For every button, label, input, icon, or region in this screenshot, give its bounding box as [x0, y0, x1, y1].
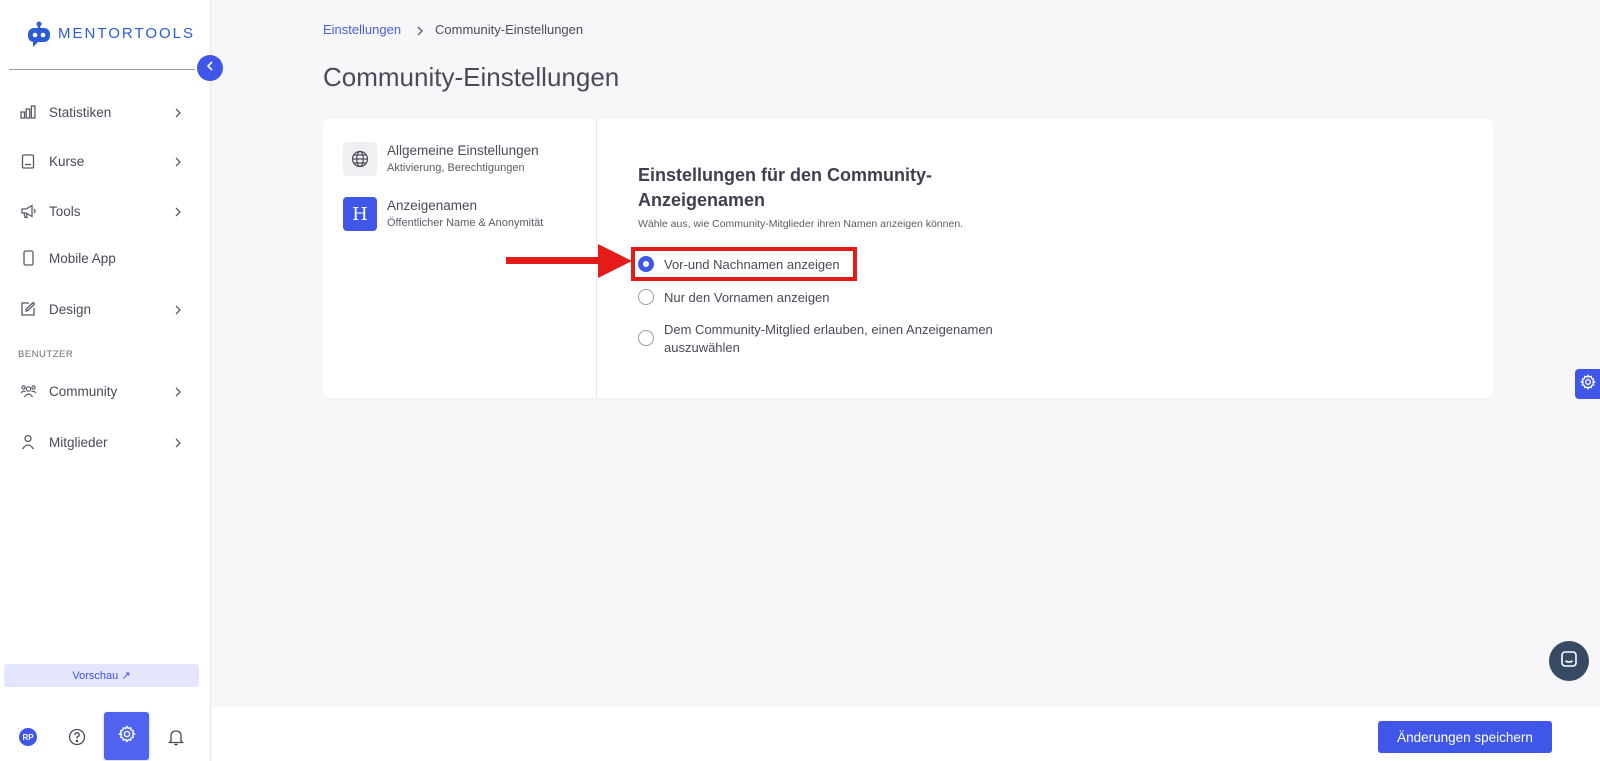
- person-icon: [19, 433, 37, 451]
- settings-nav-title: Allgemeine Einstellungen: [387, 143, 539, 158]
- chevron-right-icon: [415, 24, 425, 36]
- book-icon: [19, 152, 37, 170]
- sidebar-item-label: Mobile App: [49, 250, 116, 266]
- settings-nav-subtitle: Aktivierung, Berechtigungen: [387, 162, 525, 174]
- breadcrumb-current: Community-Einstellungen: [435, 22, 584, 37]
- bar-chart-icon: [19, 103, 37, 121]
- gear-icon: [1579, 373, 1596, 395]
- radio-label: Nur den Vornamen anzeigen: [664, 290, 830, 305]
- settings-button[interactable]: [104, 712, 149, 760]
- sidebar-item-label: Statistiken: [49, 104, 112, 120]
- sidebar-item-label: Kurse: [49, 153, 85, 169]
- sidebar-item-label: Design: [49, 301, 92, 317]
- radio-option-custom-name[interactable]: Dem Community-Mitglied erlauben, einen A…: [638, 321, 1009, 357]
- chevron-left-icon: [205, 59, 215, 77]
- chevron-right-icon: [172, 155, 184, 167]
- settings-nav-subtitle: Öffentlicher Name & Anonymität: [387, 217, 544, 229]
- sidebar-item-community[interactable]: Community: [0, 373, 196, 409]
- settings-card: Allgemeine Einstellungen Aktivierung, Be…: [323, 119, 1493, 398]
- radio-button[interactable]: [638, 289, 654, 305]
- chevron-right-icon: [172, 385, 184, 397]
- globe-icon: [343, 142, 377, 176]
- phone-icon: [19, 249, 37, 267]
- sidebar-item-mobile-app[interactable]: Mobile App: [0, 240, 196, 276]
- breadcrumb-link-einstellungen[interactable]: Einstellungen: [323, 22, 401, 37]
- help-icon[interactable]: [67, 727, 87, 747]
- sidebar-divider: [9, 69, 195, 70]
- radio-label: Dem Community-Mitglied erlauben, einen A…: [664, 322, 993, 355]
- chat-launcher-button[interactable]: [1549, 641, 1589, 681]
- radio-option-first-name[interactable]: Nur den Vornamen anzeigen: [638, 289, 830, 307]
- chevron-right-icon: [172, 205, 184, 217]
- sidebar-item-statistiken[interactable]: Statistiken: [0, 94, 196, 130]
- page-title: Community-Einstellungen: [323, 62, 620, 92]
- display-name-section-description: Wähle aus, wie Community-Mitglieder ihre…: [638, 218, 964, 230]
- sidebar-item-mitglieder[interactable]: Mitglieder: [0, 424, 196, 460]
- section-label-benutzer: BENUTZER: [18, 349, 74, 360]
- settings-nav-allgemeine-einstellungen[interactable]: Allgemeine Einstellungen Aktivierung, Be…: [343, 140, 583, 180]
- annotation-arrow-icon: [506, 243, 632, 284]
- sidebar-item-label: Community: [49, 383, 118, 399]
- logo-robot-icon: [26, 20, 52, 47]
- chevron-right-icon: [172, 436, 184, 448]
- sidebar-item-label: Tools: [49, 203, 81, 219]
- pencil-icon: [19, 300, 37, 318]
- sidebar-item-label: Mitglieder: [49, 434, 108, 450]
- gear-icon: [117, 724, 136, 748]
- sidebar-item-design[interactable]: Design: [0, 291, 196, 327]
- chat-icon: [1560, 650, 1578, 673]
- settings-nav-anzeigenamen[interactable]: H Anzeigenamen Öffentlicher Name & Anony…: [343, 195, 583, 235]
- chevron-right-icon: [172, 303, 184, 315]
- megaphone-icon: [19, 202, 37, 220]
- sidebar-item-tools[interactable]: Tools: [0, 193, 196, 229]
- floating-settings-button[interactable]: [1575, 369, 1600, 399]
- settings-nav-title: Anzeigenamen: [387, 198, 478, 213]
- users-icon: [19, 382, 37, 400]
- save-changes-button[interactable]: Änderungen speichern: [1378, 721, 1552, 753]
- annotation-highlight-box: [631, 247, 857, 281]
- collapse-sidebar-button[interactable]: [197, 55, 223, 81]
- heading-h-glyph: H: [352, 203, 368, 225]
- chevron-right-icon: [172, 106, 184, 118]
- logo[interactable]: MENTORTOOLS: [26, 20, 195, 47]
- heading-h-icon: H: [343, 197, 377, 231]
- display-name-section-title: Einstellungen für den Community-Anzeigen…: [638, 165, 933, 210]
- preview-button[interactable]: Vorschau ↗: [4, 664, 199, 687]
- sidebar: MENTORTOOLS Statistiken Kurse Tools Mobi…: [0, 0, 211, 761]
- sidebar-item-kurse[interactable]: Kurse: [0, 143, 196, 179]
- bell-icon[interactable]: [166, 727, 186, 747]
- radio-button[interactable]: [638, 330, 654, 346]
- brand-name: MENTORTOOLS: [58, 25, 196, 42]
- avatar[interactable]: RP: [19, 728, 37, 746]
